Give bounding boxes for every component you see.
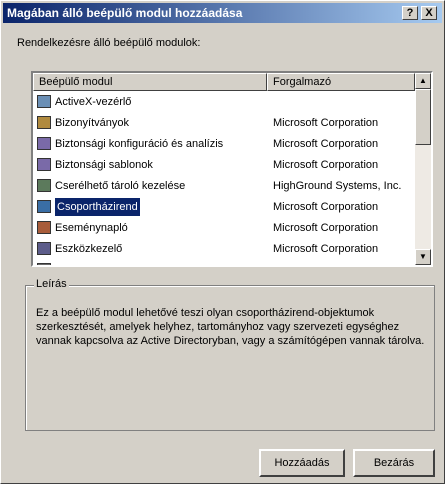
list-item[interactable]: ActiveX-vezérlő (33, 93, 415, 111)
list-item[interactable]: Eseménynapló Microsoft Corporation (33, 219, 415, 237)
list-item[interactable]: Eszközkezelő Microsoft Corporation (33, 240, 415, 258)
list-item[interactable]: Bizonyítványok Microsoft Corporation (33, 114, 415, 132)
list-item-name: Biztonsági sablonok (55, 159, 153, 171)
add-button[interactable]: Hozzáadás (259, 449, 345, 477)
list-item-vendor: Microsoft Corporation (273, 138, 379, 150)
list-item-name: Bizonyítványok (55, 117, 129, 129)
list-item-vendor: HighGround Systems, Inc. (273, 180, 402, 192)
list-item-vendor: Microsoft Corporation (273, 243, 379, 255)
scroll-thumb[interactable] (415, 89, 431, 145)
list-item[interactable]: Biztonsági sablonok Microsoft Corporation (33, 156, 415, 174)
scroll-up-button[interactable]: ▲ (415, 73, 431, 89)
group-policy-icon (37, 200, 51, 213)
activex-icon (37, 95, 51, 108)
scroll-down-button[interactable]: ▼ (415, 249, 431, 265)
list-item[interactable]: Fax Service Management Microsoft Corporat… (33, 261, 415, 265)
list-item-name: Cserélhető tároló kezelése (55, 180, 186, 192)
column-header-module-label: Beépülő modul (39, 76, 113, 88)
list-item-vendor: Microsoft Corporation (273, 261, 378, 265)
list-item-name: ActiveX-vezérlő (55, 96, 132, 108)
security-templates-icon (37, 158, 51, 171)
list-item-vendor: Microsoft Corporation (273, 117, 379, 129)
list-item-name: Eseménynapló (55, 222, 128, 234)
list-item-name: Eszközkezelő (55, 243, 123, 255)
column-header-vendor[interactable]: Forgalmazó (267, 73, 415, 91)
description-text: Ez a beépülő modul lehetővé teszi olyan … (36, 307, 425, 347)
close-button[interactable]: X (421, 6, 437, 20)
title-bar: Magában álló beépülő modul hozzáadása ? … (3, 3, 442, 23)
removable-storage-icon (37, 179, 51, 192)
event-viewer-icon (37, 221, 51, 234)
close-dialog-button[interactable]: Bezárás (353, 449, 435, 477)
description-group: Leírás Ez a beépülő modul lehetővé teszi… (25, 278, 435, 431)
list-item-vendor: Microsoft Corporation (273, 159, 379, 171)
device-manager-icon (37, 242, 51, 255)
list-item-name: Csoportházirend (55, 198, 140, 216)
column-header-module[interactable]: Beépülő modul (33, 73, 267, 91)
column-header-vendor-label: Forgalmazó (273, 76, 332, 88)
vertical-scrollbar[interactable]: ▲ ▼ (415, 73, 431, 265)
list-item-vendor: Microsoft Corporation (273, 222, 379, 234)
list-item-name: Fax Service Management (55, 261, 180, 265)
list-item-name: Biztonsági konfiguráció és analízis (55, 138, 224, 150)
security-analysis-icon (37, 137, 51, 150)
list-item[interactable]: Biztonsági konfiguráció és analízis Micro… (33, 135, 415, 153)
list-item[interactable]: Cserélhető tároló kezelése HighGround Sys… (33, 177, 415, 195)
add-snap-in-dialog: Magában álló beépülő modul hozzáadása ? … (0, 0, 445, 484)
fax-icon (37, 263, 51, 265)
available-snap-ins-label: Rendelkezésre álló beépülő modulok: (17, 37, 201, 49)
list-item-vendor: Microsoft Corporation (273, 201, 379, 213)
window-title: Magában álló beépülő modul hozzáadása (7, 6, 243, 20)
help-button[interactable]: ? (402, 6, 418, 20)
description-label: Leírás (34, 278, 69, 290)
snap-in-list[interactable]: Beépülő modul Forgalmazó ActiveX-vezérlő… (31, 71, 433, 267)
list-item[interactable]: Csoportházirend Microsoft Corporation (33, 198, 415, 216)
certificates-icon (37, 116, 51, 129)
